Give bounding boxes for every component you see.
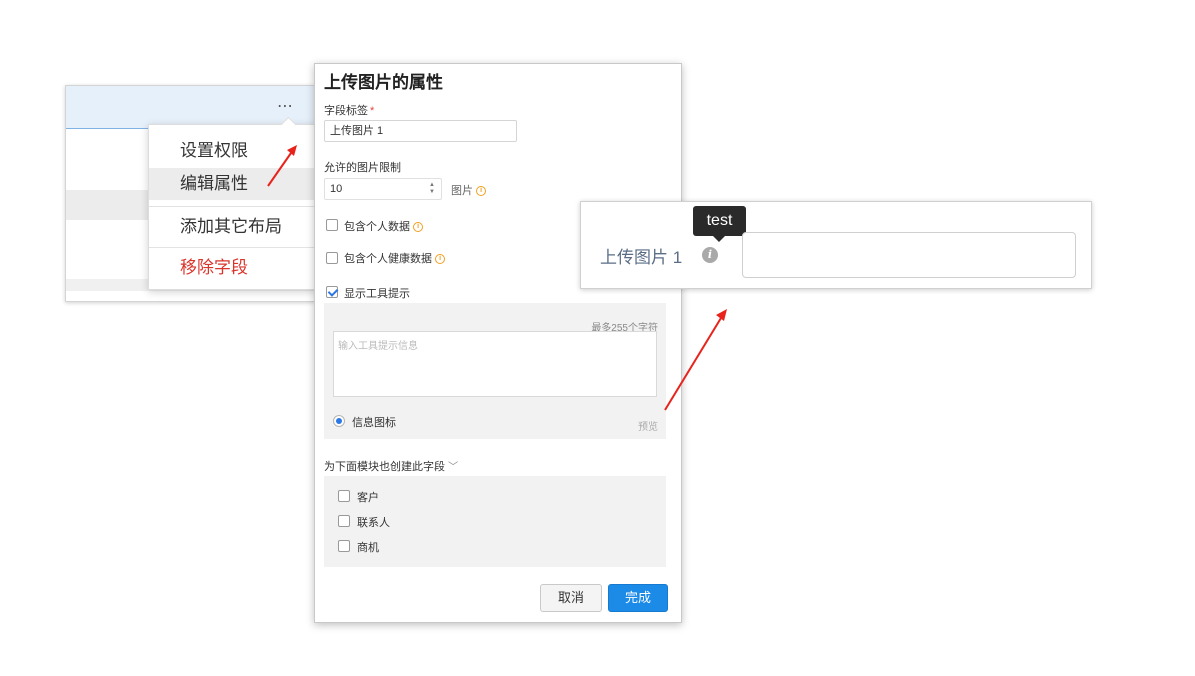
menu-item-edit-properties[interactable]: 编辑属性 — [149, 168, 314, 200]
image-unit-label: 图片 i — [451, 182, 487, 198]
field-label-caption: 字段标签 * — [324, 105, 375, 117]
menu-divider — [149, 247, 314, 248]
tooltip-message-textarea[interactable]: 输入工具提示信息 — [333, 331, 657, 397]
required-mark: * — [370, 105, 375, 117]
show-tooltip-checkbox[interactable] — [326, 286, 338, 298]
menu-item-remove-field[interactable]: 移除字段 — [149, 252, 314, 284]
info-icon-radio[interactable] — [333, 415, 345, 427]
image-limit-stepper[interactable]: 10 ▲ ▼ — [324, 178, 442, 200]
module-label-deal: 商机 — [357, 542, 379, 554]
preview-field-label: 上传图片 1 — [600, 248, 683, 267]
image-limit-value: 10 — [330, 183, 343, 195]
preview-upload-field[interactable] — [742, 232, 1076, 278]
tooltip-bubble: test — [693, 206, 746, 242]
menu-divider — [149, 206, 314, 207]
info-icon[interactable]: i — [702, 247, 718, 263]
chevron-down-icon[interactable]: ﹀ — [448, 462, 458, 473]
health-data-checkbox[interactable] — [326, 252, 338, 264]
create-in-modules-label: 为下面模块也创建此字段 ﹀ — [324, 461, 459, 473]
field-list-panel: ⋯ 设置权限 编辑属性 添加其它布局 移除字段 — [65, 85, 315, 302]
module-checkbox-contact[interactable] — [338, 515, 350, 527]
info-icon[interactable]: i — [413, 222, 424, 233]
field-label-input[interactable]: 上传图片 1 — [324, 120, 517, 142]
more-options-icon[interactable]: ⋯ — [277, 96, 294, 116]
personal-data-checkbox[interactable] — [326, 219, 338, 231]
stepper-arrows-icon[interactable]: ▲ ▼ — [429, 182, 435, 196]
image-upload-properties-dialog: 上传图片的属性 字段标签 * 上传图片 1 允许的图片限制 10 ▲ ▼ 图片 i … — [314, 63, 682, 623]
tooltip-settings-box: 最多255个字符 输入工具提示信息 信息图标 预览 — [324, 303, 666, 439]
dialog-title: 上传图片的属性 — [324, 73, 443, 92]
cancel-button[interactable]: 取消 — [540, 584, 602, 612]
tooltip-preview-panel: test 上传图片 1 i — [580, 201, 1092, 289]
info-icon-option-label: 信息图标 — [352, 417, 396, 429]
menu-item-add-other-layout[interactable]: 添加其它布局 — [149, 211, 314, 243]
image-limit-caption: 允许的图片限制 — [324, 162, 401, 174]
field-header: ⋯ — [66, 86, 314, 129]
field-context-menu: 设置权限 编辑属性 添加其它布局 移除字段 — [148, 124, 314, 290]
info-icon[interactable]: i — [476, 186, 487, 197]
modules-box: 客户 联系人 商机 — [324, 476, 666, 567]
health-data-label: 包含个人健康数据 i — [344, 250, 446, 266]
module-label-contact: 联系人 — [357, 517, 390, 529]
show-tooltip-label: 显示工具提示 — [344, 288, 410, 300]
module-checkbox-deal[interactable] — [338, 540, 350, 552]
info-icon[interactable]: i — [435, 254, 446, 265]
module-label-customer: 客户 — [357, 492, 379, 504]
personal-data-label: 包含个人数据 i — [344, 218, 424, 234]
preview-link[interactable]: 预览 — [638, 418, 658, 433]
done-button[interactable]: 完成 — [608, 584, 668, 612]
menu-item-set-permissions[interactable]: 设置权限 — [149, 135, 314, 167]
module-checkbox-customer[interactable] — [338, 490, 350, 502]
